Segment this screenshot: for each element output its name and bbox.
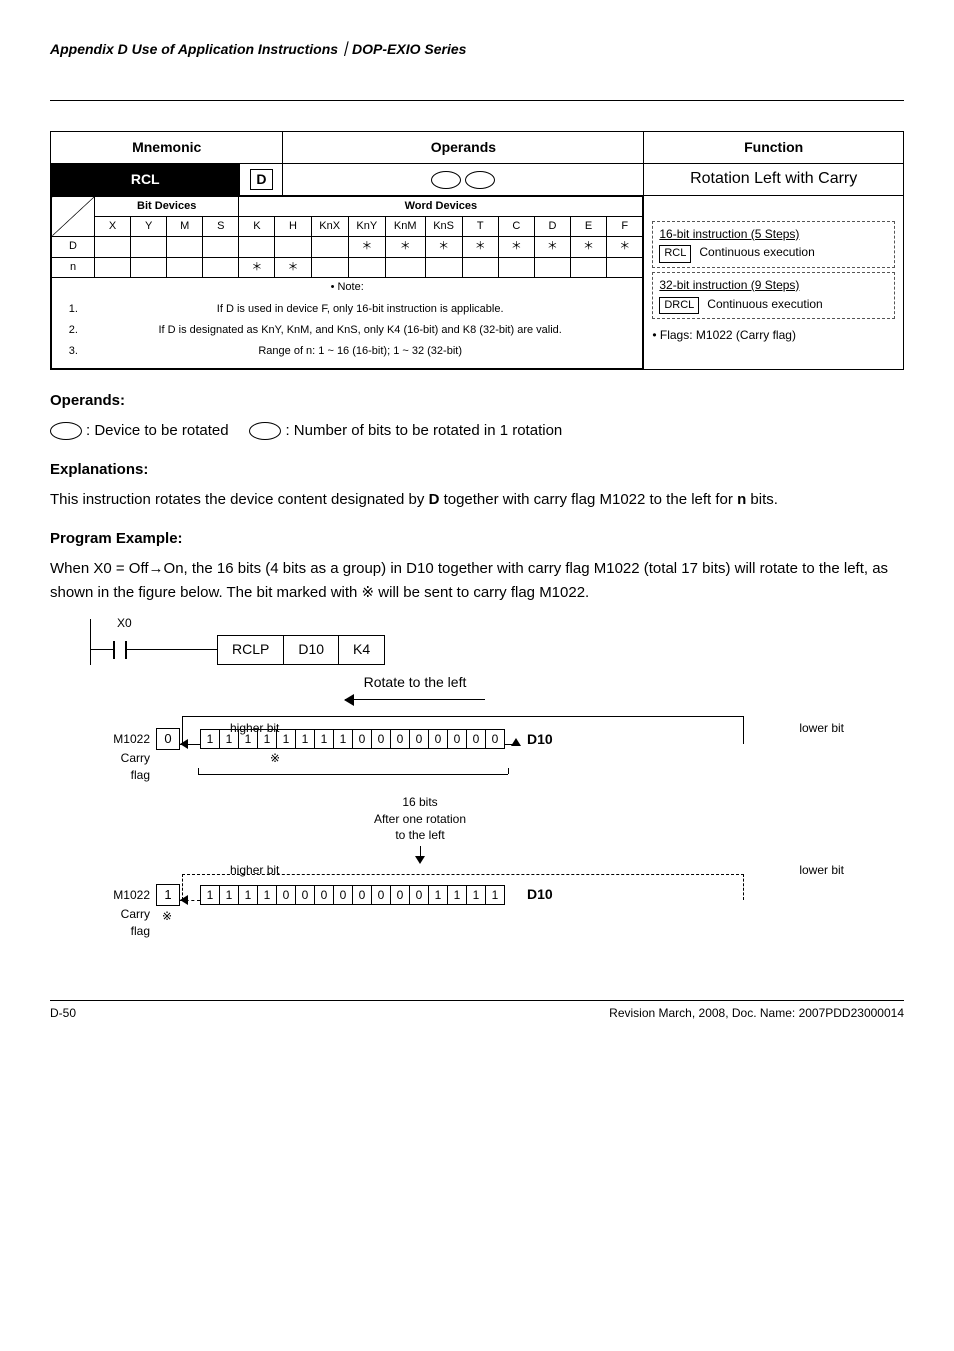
function-desc: Rotation Left with Carry: [644, 164, 904, 195]
x0-label: X0: [117, 615, 132, 632]
d10-label-bot: D10: [527, 885, 553, 905]
oval-n-icon: [249, 422, 281, 440]
page-header: Appendix D Use of Application Instructio…: [50, 40, 904, 60]
carry-box-top: 0: [156, 728, 180, 750]
carry-box-bot: 1: [156, 884, 180, 906]
device-col-row: XYMS KHKnXKnY KnMKnSTC DEF: [52, 216, 643, 236]
note-2: If D is designated as KnY, KnM, and KnS,…: [81, 323, 639, 338]
d10-label-top: D10: [527, 730, 553, 750]
row-d: D ＊ ＊＊＊＊ ＊＊＊: [52, 237, 643, 257]
notes-cell: • Note: If D is used in device F, only 1…: [52, 278, 643, 369]
operand-ovals: [283, 164, 644, 195]
star-marker-2: ※: [162, 909, 172, 923]
lower-bit-label-2: lower bit: [799, 862, 844, 879]
lower-bit-label: lower bit: [799, 720, 844, 737]
higher-bit-label: higher bit: [230, 720, 279, 737]
oval-n-icon: [465, 171, 495, 189]
oval-d-icon: [431, 171, 461, 189]
header-rule: [50, 100, 904, 101]
arrow-left-icon: [345, 694, 485, 706]
oval-d-icon: [50, 422, 82, 440]
explanations-heading: Explanations:: [50, 459, 904, 480]
steps-flags-cell: 16-bit instruction (5 Steps) RCL Continu…: [644, 195, 904, 369]
steps-32bit: 32-bit instruction (9 Steps) DRCL Contin…: [652, 272, 895, 319]
mnemonic-d: D: [240, 164, 283, 195]
rotate-left-label: Rotate to the left: [300, 673, 530, 693]
arrow-down-icon: [415, 856, 425, 864]
word-devices-hdr: Word Devices: [239, 196, 643, 216]
instruction-box: RCLP D10 K4: [217, 635, 385, 665]
sixteen-bits-label: 16 bits: [310, 794, 530, 811]
revision-info: Revision March, 2008, Doc. Name: 2007PDD…: [609, 1005, 904, 1022]
steps-16bit: 16-bit instruction (5 Steps) RCL Continu…: [652, 221, 895, 268]
device-subtable: Bit Devices Word Devices XYMS KHKnXKnY K…: [51, 196, 643, 369]
bit-row-before: M1022 0 1111 1111 0000 0000 D10: [90, 728, 904, 750]
col-function: Function: [644, 131, 904, 164]
explanations-text: This instruction rotates the device cont…: [50, 488, 904, 512]
flags-bullet: • Flags: M1022 (Carry flag): [652, 327, 895, 344]
mnemonic-code: RCL: [51, 164, 240, 195]
contact-icon: [113, 641, 127, 659]
program-example-text: When X0 = Off→On, the 16 bits (4 bits as…: [50, 557, 904, 605]
col-mnemonic: Mnemonic: [51, 131, 283, 164]
after-rotation-label: After one rotation: [310, 811, 530, 828]
program-example-heading: Program Example:: [50, 528, 904, 549]
operands-line: : Device to be rotated : Number of bits …: [50, 419, 904, 443]
col-operands: Operands: [283, 131, 644, 164]
row-n: n ＊＊: [52, 257, 643, 277]
diag-cell: [52, 196, 95, 237]
ladder-diagram: X0 RCLP D10 K4 Rotate to the left higher…: [90, 619, 904, 940]
page-footer: D-50 Revision March, 2008, Doc. Name: 20…: [50, 1000, 904, 1022]
bit-row-after: M1022 1 1111 0000 0000 1111 D10: [90, 884, 904, 906]
bit-devices-hdr: Bit Devices: [95, 196, 239, 216]
higher-bit-label-2: higher bit: [230, 862, 279, 879]
instruction-table: Mnemonic Operands Function RCL D Rotatio…: [50, 131, 904, 370]
note-1: If D is used in device F, only 16-bit in…: [81, 302, 639, 317]
bit-table-bot: 1111 0000 0000 1111: [200, 885, 505, 905]
page-number: D-50: [50, 1005, 76, 1022]
note-3: Range of n: 1 ~ 16 (16-bit); 1 ~ 32 (32-…: [81, 344, 639, 359]
operands-heading: Operands:: [50, 390, 904, 411]
star-marker: ※: [270, 750, 280, 767]
